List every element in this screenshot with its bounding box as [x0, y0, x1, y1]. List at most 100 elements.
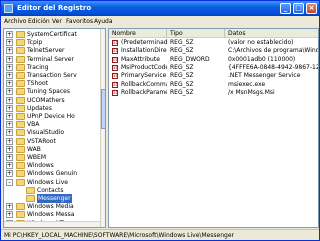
value-name: RollbackCommand [121, 80, 167, 88]
menu-favoritos[interactable]: Favoritos [66, 18, 93, 25]
title-bar[interactable]: Editor del Registro _ □ × [1, 1, 319, 16]
tree-item-label: UPnP Device Ho [27, 113, 75, 120]
value-type: REG_SZ [170, 63, 194, 71]
registry-value-row[interactable]: abRollbackCommandREG_SZ msiexec.exe [109, 80, 318, 89]
folder-icon [16, 72, 25, 79]
tree-item-label: VSTARoot [27, 137, 56, 145]
registry-value-row[interactable]: abInstallationDirect...REG_SZ C:\Archivos… [109, 47, 318, 55]
registry-key-tree[interactable]: +Windows NT+Windows Messa+Windows MediaM… [3, 28, 106, 228]
folder-icon [16, 203, 25, 211]
folder-icon [16, 145, 25, 153]
menu-archivo[interactable]: Archivo [4, 18, 26, 25]
tree-item-label: Windows Genuin [27, 170, 78, 178]
folder-icon [16, 80, 25, 88]
registry-values-list[interactable]: Nombre Tipo Datos ab(Predeterminado)REG_… [108, 28, 319, 228]
close-button[interactable]: × [306, 3, 317, 14]
value-data: msiexec.exe [228, 80, 266, 88]
expand-icon[interactable]: + [6, 211, 13, 219]
expand-icon[interactable]: + [6, 55, 13, 63]
expand-icon[interactable]: + [6, 104, 13, 112]
string-value-icon: ab [112, 81, 118, 88]
tree-item-label: Transaction Serv [27, 72, 77, 79]
folder-icon [16, 137, 25, 145]
expand-icon[interactable]: + [6, 113, 13, 120]
tree-item-label: UCOMathers [27, 96, 65, 104]
folder-icon [16, 129, 25, 137]
expand-icon[interactable]: + [6, 63, 13, 71]
folder-icon [16, 211, 25, 219]
value-data: /x MsnMsgs.Msi [228, 88, 275, 96]
menu-ayuda[interactable]: Ayuda [94, 18, 113, 25]
expand-icon[interactable]: + [6, 162, 13, 170]
expand-icon[interactable]: + [6, 39, 13, 47]
value-type: REG_SZ [170, 80, 194, 88]
value-name: RollbackParameters [121, 88, 167, 96]
value-type: REG_SZ [170, 39, 194, 46]
value-data: {4FFFE6A-0848-4942-9867-124EB [228, 63, 318, 71]
value-type: REG_SZ [170, 47, 194, 55]
tree-item-label: WAB [27, 145, 41, 153]
expand-icon[interactable]: + [6, 129, 13, 137]
expand-icon[interactable]: + [6, 145, 13, 153]
tree-item-label: Tcpip [27, 39, 43, 47]
expand-icon[interactable]: + [6, 170, 13, 178]
string-value-icon: ab [112, 48, 118, 55]
maximize-button[interactable]: □ [293, 3, 304, 14]
tree-item-label: VBA [27, 121, 40, 129]
value-name: (Predeterminado) [121, 39, 167, 46]
value-data: C:\Archivos de programa\Windows L [228, 47, 318, 55]
folder-icon [16, 162, 25, 170]
tree-item-label: TelnetServer [27, 47, 65, 55]
expand-icon[interactable]: + [6, 121, 13, 129]
registry-value-row[interactable]: ab PrimaryService REG_SZ .NET Messenger Ser… [109, 72, 318, 80]
tree-item-label: Windows Live [27, 178, 68, 186]
folder-icon [16, 96, 25, 104]
value-name: InstallationDirect... [121, 47, 167, 55]
tree-item-label: VisualStudio [27, 129, 65, 137]
expand-icon[interactable]: + [6, 96, 13, 104]
column-header-type[interactable]: Tipo [167, 29, 225, 38]
expand-icon[interactable]: + [6, 80, 13, 88]
folder-icon [16, 55, 25, 63]
tree-horizontal-scrollbar[interactable] [4, 221, 100, 227]
tree-item-label: Tuning Spaces [27, 88, 70, 96]
string-value-icon: ab [112, 40, 118, 46]
tree-item-label: Terminal Server [27, 55, 74, 63]
minimize-button[interactable]: _ [280, 3, 291, 14]
status-bar-path: Mi PC\HKEY_LOCAL_MACHINE\SOFTWARE\Micros… [1, 229, 319, 240]
expand-icon[interactable]: + [6, 203, 13, 211]
menu-ver[interactable]: Ver [52, 18, 62, 25]
tree-vertical-scrollbar[interactable] [100, 29, 105, 227]
folder-icon [16, 88, 25, 96]
folder-icon [16, 178, 25, 186]
expand-icon[interactable]: + [6, 47, 13, 55]
column-header-data[interactable]: Datos [225, 29, 318, 38]
registry-value-row[interactable]: abRollbackParametersREG_SZ/x MsnMsgs.Msi [109, 88, 318, 97]
tree-item-label: Windows Media [27, 203, 74, 211]
registry-value-row[interactable]: ab(Predeterminado)REG_SZ (valor no establ… [109, 39, 318, 47]
binary-value-icon: 01 [112, 56, 119, 63]
string-value-icon: ab [112, 73, 118, 80]
value-name: PrimaryService [121, 72, 167, 80]
registry-value-row[interactable]: ab MsiProductCode REG_SZ {4FFFE6A-0848-4942… [109, 63, 318, 72]
value-name: MsiProductCode [121, 63, 167, 71]
folder-icon [16, 154, 25, 161]
folder-icon [16, 104, 25, 112]
folder-icon [16, 47, 25, 55]
value-type: REG_DWORD [170, 55, 210, 63]
tree-item-label: Windows [27, 162, 54, 170]
expand-icon[interactable]: + [6, 88, 13, 96]
tree-item-label: SystemCertificat [27, 31, 77, 38]
expand-icon[interactable]: + [6, 72, 13, 79]
tree-item-label: Windows Messa [27, 211, 75, 219]
value-data: 0x0001adb0 (110000) [228, 55, 296, 63]
menu-edicion[interactable]: Edición [28, 18, 50, 25]
tree-item-label: Updates [27, 104, 52, 112]
tree-scroll-thumb[interactable] [101, 89, 105, 129]
collapse-icon[interactable]: - [6, 178, 13, 186]
expand-icon[interactable]: + [6, 137, 13, 145]
registry-value-row[interactable]: 01 MaxAttribute REG_DWORD 0x0001adb0 (11000… [109, 55, 318, 64]
column-header-name[interactable]: Nombre [109, 29, 167, 38]
expand-icon[interactable]: + [6, 31, 13, 38]
expand-icon[interactable]: + [6, 154, 13, 161]
